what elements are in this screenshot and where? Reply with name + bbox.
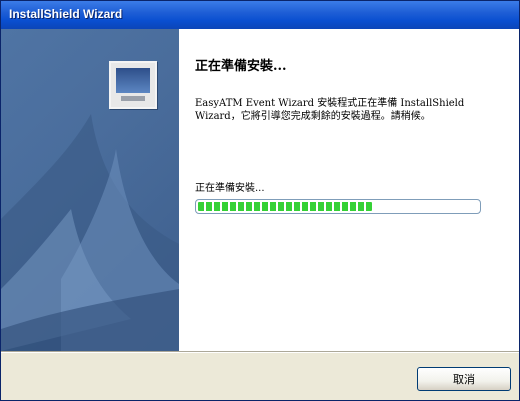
wizard-content: 正在準備安裝... EasyATM Event Wizard 安裝程式正在準備 … bbox=[179, 29, 519, 351]
description-text: EasyATM Event Wizard 安裝程式正在準備 InstallShi… bbox=[195, 98, 465, 122]
cancel-button[interactable]: 取消 bbox=[417, 367, 511, 391]
title-bar[interactable]: InstallShield Wizard bbox=[1, 1, 519, 29]
installshield-window: InstallShield Wizard 正在準備安裝... EasyATM E… bbox=[0, 0, 520, 401]
wizard-banner bbox=[1, 29, 179, 351]
window-title: InstallShield Wizard bbox=[9, 7, 123, 21]
monitor-icon bbox=[109, 61, 157, 109]
status-text: 正在準備安裝... bbox=[195, 183, 265, 194]
page-heading: 正在準備安裝... bbox=[195, 59, 287, 74]
progress-fill bbox=[198, 202, 372, 211]
footer-divider bbox=[1, 351, 519, 353]
progress-bar bbox=[195, 199, 481, 214]
